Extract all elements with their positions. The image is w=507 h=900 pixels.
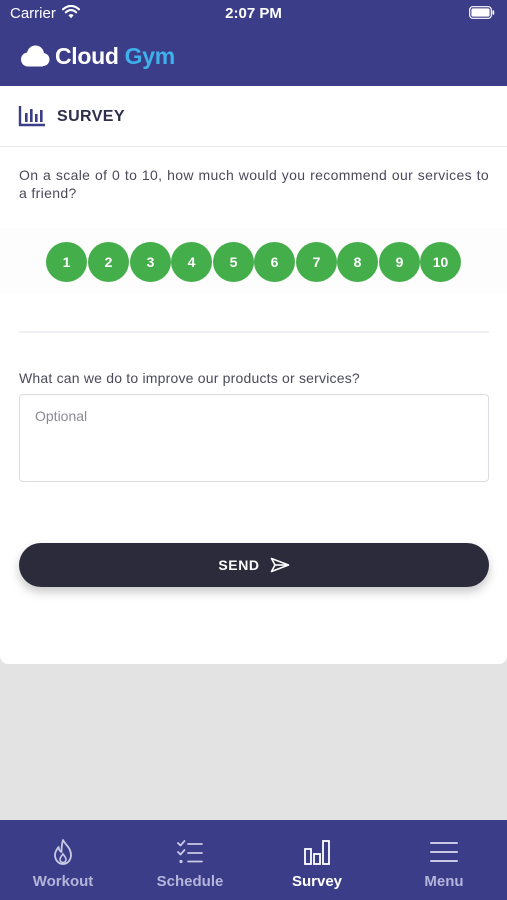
score-button-9[interactable]: 9 <box>379 242 420 282</box>
status-bar: Carrier 2:07 PM <box>0 0 507 28</box>
recommend-question: On a scale of 0 to 10, how much would yo… <box>19 167 489 201</box>
brand-name-accent: Gym <box>124 42 176 69</box>
divider <box>19 331 489 333</box>
tab-schedule[interactable]: Schedule <box>127 820 253 900</box>
score-button-8[interactable]: 8 <box>337 242 378 282</box>
flame-icon <box>54 839 72 865</box>
battery-icon <box>469 6 495 19</box>
score-button-10[interactable]: 10 <box>420 242 461 282</box>
brand-name: Cloud <box>55 42 119 69</box>
send-icon <box>270 557 289 573</box>
send-button[interactable]: SEND <box>19 543 489 587</box>
tab-survey[interactable]: Survey <box>254 820 380 900</box>
bar-chart-icon <box>304 840 330 865</box>
tab-workout[interactable]: Workout <box>0 820 126 900</box>
tab-menu[interactable]: Menu <box>381 820 507 900</box>
score-button-5[interactable]: 5 <box>213 242 254 282</box>
survey-header: SURVEY <box>0 86 507 147</box>
send-button-label: SEND <box>218 557 260 573</box>
score-button-4[interactable]: 4 <box>171 242 212 282</box>
brand-logo: Cloud Gym <box>18 40 175 72</box>
score-button-2[interactable]: 2 <box>88 242 129 282</box>
survey-card: SURVEY On a scale of 0 to 10, how much w… <box>0 86 507 664</box>
score-button-1[interactable]: 1 <box>46 242 87 282</box>
hamburger-menu-icon <box>430 842 458 862</box>
score-button-3[interactable]: 3 <box>130 242 171 282</box>
improve-question: What can we do to improve our products o… <box>19 370 360 386</box>
checklist-icon <box>177 840 203 864</box>
status-time: 2:07 PM <box>225 5 282 22</box>
tab-label-schedule: Schedule <box>156 873 224 890</box>
improve-comment-input[interactable] <box>19 394 489 482</box>
bar-chart-icon <box>18 106 45 127</box>
bottom-tab-bar: Workout Schedule Survey Menu <box>0 820 507 900</box>
rating-scale: 1 2 3 4 5 6 7 8 9 10 <box>0 228 507 294</box>
cloud-icon <box>21 45 50 67</box>
app-header: Carrier 2:07 PM Cloud Gym <box>0 0 507 86</box>
tab-label-workout: Workout <box>32 873 94 890</box>
page-title: SURVEY <box>57 108 125 125</box>
score-button-7[interactable]: 7 <box>296 242 337 282</box>
score-button-6[interactable]: 6 <box>254 242 295 282</box>
tab-label-survey: Survey <box>291 873 343 890</box>
tab-label-menu: Menu <box>424 873 464 890</box>
